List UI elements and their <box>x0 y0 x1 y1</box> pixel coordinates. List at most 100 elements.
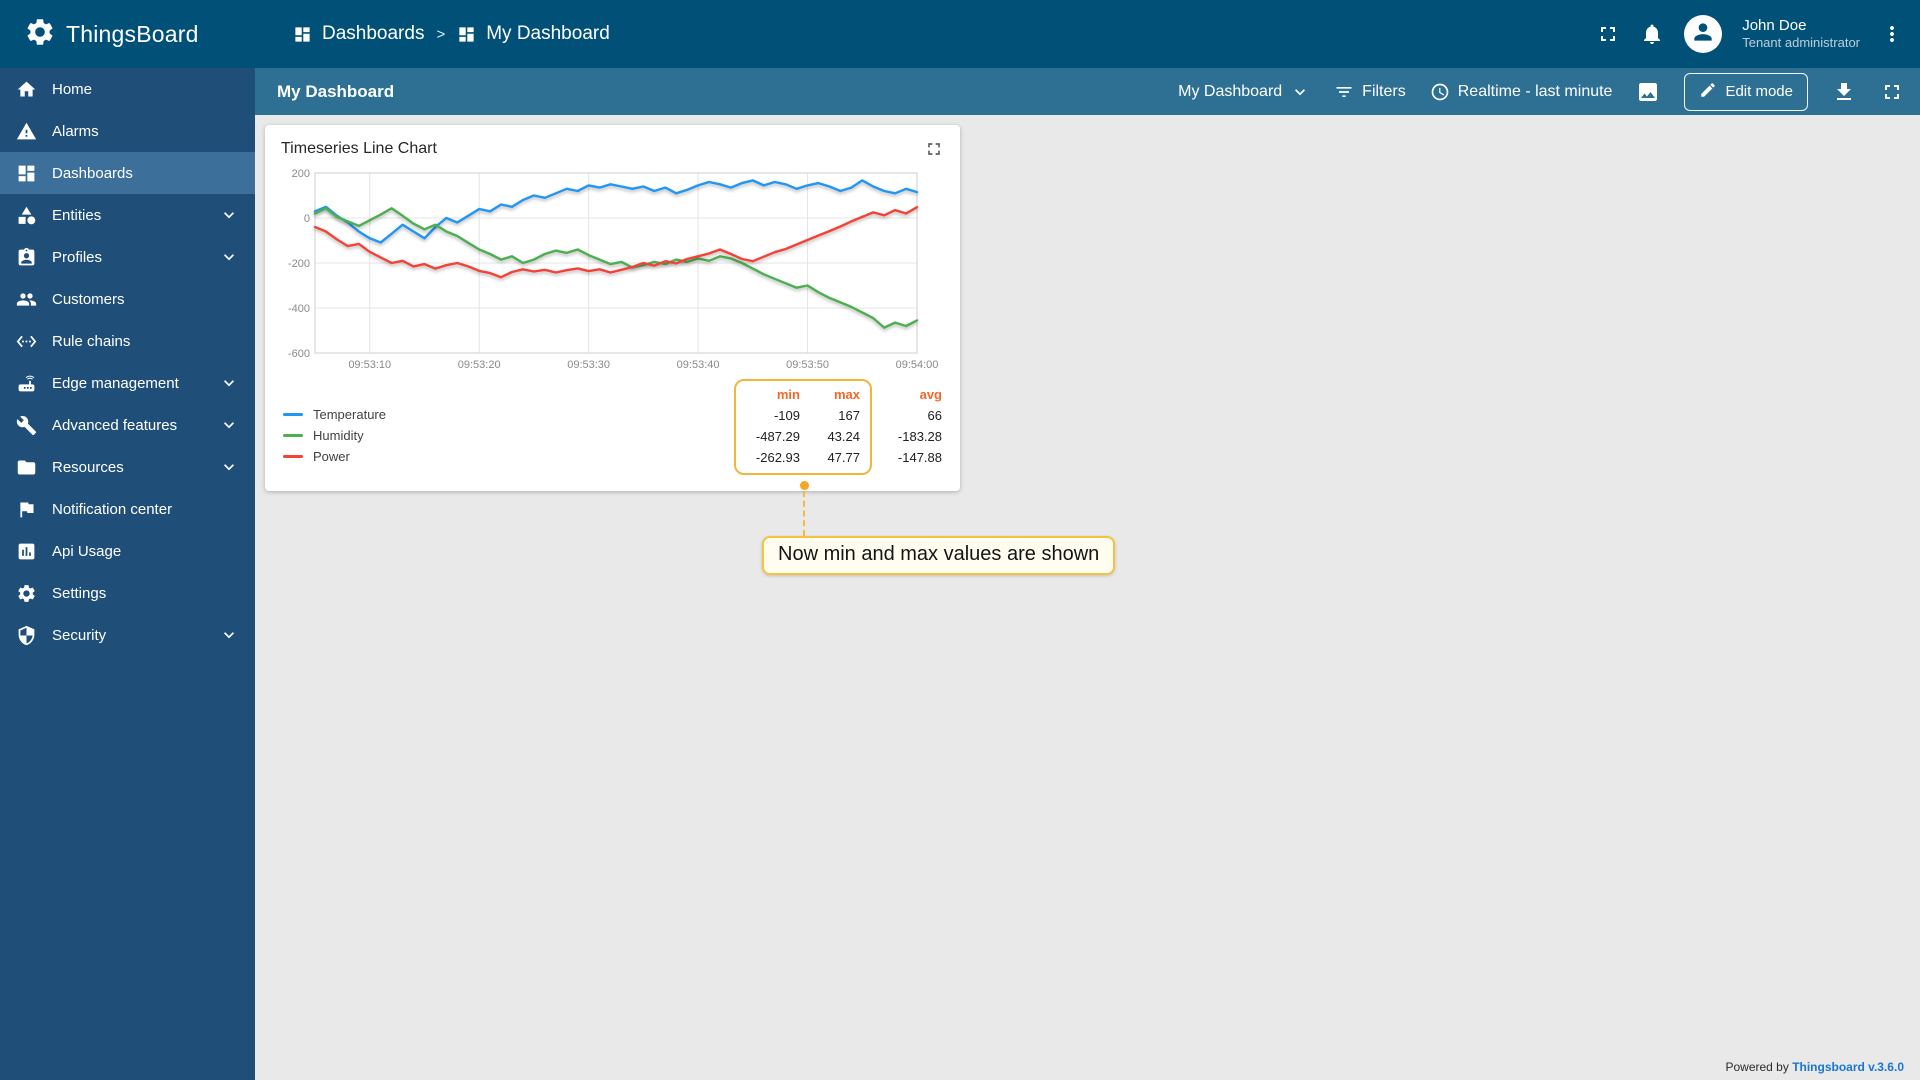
widget-fullscreen-icon[interactable] <box>924 139 944 159</box>
svg-text:-200: -200 <box>288 258 310 270</box>
home-icon <box>16 79 37 100</box>
legend-col-min: min -109 -487.29 -262.93 <box>746 384 800 468</box>
chevron-down-icon[interactable] <box>219 247 239 267</box>
annotation-dot <box>800 481 809 490</box>
legend-value-avg: -183.28 <box>897 429 942 444</box>
settings-icon <box>16 583 37 604</box>
legend-header-avg: avg <box>919 387 942 402</box>
sidebar-item-edge-management[interactable]: Edge management <box>0 362 255 404</box>
legend-item-humidity[interactable]: Humidity <box>283 425 386 446</box>
thingsboard-version-link[interactable]: Thingsboard v.3.6.0 <box>1792 1060 1904 1074</box>
legend-label: Power <box>313 449 350 464</box>
sidebar-item-rule-chains[interactable]: Rule chains <box>0 320 255 362</box>
clock-icon <box>1430 82 1450 102</box>
sidebar-item-label: Notification center <box>52 500 173 518</box>
legend-item-power[interactable]: Power <box>283 446 386 467</box>
timewindow-button[interactable]: Realtime - last minute <box>1430 82 1612 102</box>
more-menu-icon[interactable] <box>1880 22 1904 46</box>
svg-text:09:54:00: 09:54:00 <box>896 359 939 371</box>
svg-text:0: 0 <box>304 213 310 225</box>
thingsboard-logo[interactable]: ThingsBoard <box>0 16 255 53</box>
sidebar-item-advanced-features[interactable]: Advanced features <box>0 404 255 446</box>
timeseries-chart[interactable]: 200 0 -200 -400 -600 09:53:10 09:53:20 09:53:30… <box>281 167 944 375</box>
dashboards-icon <box>16 163 37 184</box>
sidebar-item-notification-center[interactable]: Notification center <box>0 488 255 530</box>
avatar[interactable] <box>1684 15 1723 53</box>
legend-header-max: max <box>833 387 860 402</box>
sidebar-item-security[interactable]: Security <box>0 614 255 656</box>
dashboard-select[interactable]: My Dashboard <box>1178 82 1310 102</box>
svg-text:09:53:10: 09:53:10 <box>348 359 391 371</box>
sidebar-item-home[interactable]: Home <box>0 68 255 110</box>
sidebar-item-dashboards[interactable]: Dashboards <box>0 152 255 194</box>
dashboard-toolbar: My Dashboard My Dashboard Filters Realti… <box>255 68 1920 115</box>
advanced-icon <box>16 415 37 436</box>
chevron-down-icon[interactable] <box>219 205 239 225</box>
sidebar-item-label: Settings <box>52 584 107 602</box>
dashboard-title: My Dashboard <box>277 81 395 101</box>
breadcrumb-dashboards[interactable]: Dashboards <box>293 23 424 45</box>
legend-stats: min -109 -487.29 -262.93 max 167 43.24 47.77 av… <box>734 379 944 475</box>
svg-text:-600: -600 <box>288 348 310 360</box>
security-icon <box>16 625 37 646</box>
topbar-actions: John Doe Tenant administrator <box>1596 15 1920 53</box>
top-app-bar: ThingsBoard Dashboards > My Dashboard Jo… <box>0 0 1920 68</box>
legend-value-max: 47.77 <box>827 450 860 465</box>
person-icon <box>1690 19 1716 50</box>
legend-label: Humidity <box>313 428 364 443</box>
fullscreen-icon[interactable] <box>1596 22 1620 46</box>
sidebar-item-label: Customers <box>52 290 125 308</box>
legend-value-max: 43.24 <box>827 429 860 444</box>
entities-icon <box>16 205 37 226</box>
dashboard-content: Timeseries Line Chart 200 0 -200 -400 -600 09… <box>255 115 1920 1080</box>
sidebar-item-alarms[interactable]: Alarms <box>0 110 255 152</box>
sidebar-item-label: Profiles <box>52 248 103 266</box>
sidebar-item-api-usage[interactable]: Api Usage <box>0 530 255 572</box>
filters-button[interactable]: Filters <box>1334 82 1406 102</box>
breadcrumb-label: Dashboards <box>322 23 425 44</box>
dashboard-select-label: My Dashboard <box>1178 82 1283 100</box>
notifications-bell-icon[interactable] <box>1640 22 1664 46</box>
sidebar-item-label: Resources <box>52 458 124 476</box>
powered-by: Powered by Thingsboard v.3.6.0 <box>1725 1060 1904 1074</box>
annotation-callout: Now min and max values are shown <box>762 536 1116 575</box>
widget-title: Timeseries Line Chart <box>281 140 437 157</box>
legend-value-max: 167 <box>838 408 860 423</box>
alarms-icon <box>16 121 37 142</box>
sidebar-item-label: Entities <box>52 206 102 224</box>
sidebar-item-customers[interactable]: Customers <box>0 278 255 320</box>
api-usage-icon <box>16 541 37 562</box>
dashboards-icon <box>457 25 476 44</box>
profiles-icon <box>16 247 37 268</box>
legend-col-max: max 167 43.24 47.77 <box>810 384 860 468</box>
sidebar-item-resources[interactable]: Resources <box>0 446 255 488</box>
chevron-down-icon <box>1290 82 1310 102</box>
legend-header-min: min <box>776 387 800 402</box>
sidebar-item-settings[interactable]: Settings <box>0 572 255 614</box>
chevron-down-icon[interactable] <box>219 373 239 393</box>
chevron-down-icon[interactable] <box>219 457 239 477</box>
sidebar: Home Alarms Dashboards Entities Profiles Cust… <box>0 68 255 1080</box>
sidebar-item-profiles[interactable]: Profiles <box>0 236 255 278</box>
svg-text:09:53:50: 09:53:50 <box>786 359 829 371</box>
svg-text:09:53:20: 09:53:20 <box>458 359 501 371</box>
legend-item-temperature[interactable]: Temperature <box>283 404 386 425</box>
dashboard-image-icon[interactable] <box>1636 80 1660 104</box>
chart-legend: Temperature Humidity Power min -109 -487.29 -… <box>281 379 944 475</box>
legend-value-min: -487.29 <box>755 429 800 444</box>
download-icon[interactable] <box>1832 80 1856 104</box>
sidebar-item-entities[interactable]: Entities <box>0 194 255 236</box>
rule-chains-icon <box>16 331 37 352</box>
breadcrumb-my-dashboard[interactable]: My Dashboard <box>457 23 610 45</box>
chevron-down-icon[interactable] <box>219 415 239 435</box>
edit-mode-button[interactable]: Edit mode <box>1684 72 1808 111</box>
svg-text:-400: -400 <box>288 303 310 315</box>
breadcrumb-label: My Dashboard <box>486 23 610 44</box>
logo-text: ThingsBoard <box>66 20 199 47</box>
chevron-down-icon[interactable] <box>219 625 239 645</box>
fullscreen-icon[interactable] <box>1880 80 1904 104</box>
pencil-icon <box>1699 81 1717 103</box>
user-info[interactable]: John Doe Tenant administrator <box>1742 17 1860 52</box>
user-name: John Doe <box>1742 16 1807 34</box>
legend-label: Temperature <box>313 407 386 422</box>
